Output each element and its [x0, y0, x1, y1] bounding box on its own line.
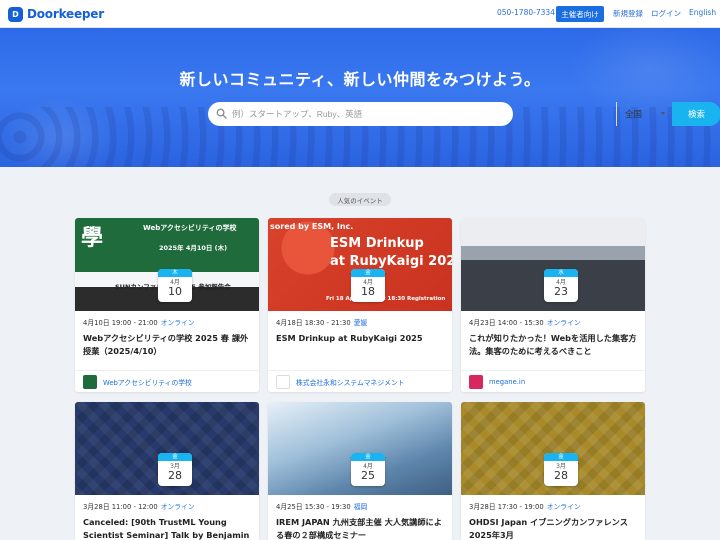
event-image-subtitle: at RubyKaigi 2025: [330, 254, 452, 269]
event-location: オンライン: [546, 319, 581, 327]
doorkeeper-logo-icon: D: [8, 6, 23, 22]
event-datetime: 3月28日 17:30 - 19:00 オンライン: [469, 501, 637, 511]
date-badge-day: 18: [361, 285, 375, 298]
group-logo-icon: [83, 374, 97, 389]
event-image: 金 4月 25: [268, 402, 452, 495]
event-card[interactable]: sored by ESM, Inc. ESM Drinkup at RubyKa…: [268, 218, 452, 392]
region-select[interactable]: 全国: [616, 102, 672, 126]
event-datetime: 4月25日 15:30 - 19:30 福岡: [276, 501, 444, 511]
event-title[interactable]: Canceled: [90th TrustML Young Scientist …: [83, 516, 251, 540]
event-datetime: 4月18日 18:30 - 21:30 愛媛: [276, 317, 444, 327]
group-logo-icon: [469, 374, 483, 389]
event-card[interactable]: 金 4月 25 4月25日 15:30 - 19:30 福岡 IREM JAPAN…: [268, 402, 452, 540]
event-time: 4月23日 14:00 - 15:30: [469, 319, 544, 327]
login-link[interactable]: ログイン: [651, 8, 681, 19]
event-image: 金 3月 28: [75, 402, 259, 495]
date-badge-day: 28: [554, 469, 568, 482]
event-group[interactable]: megane.in: [461, 370, 645, 392]
event-location: オンライン: [160, 319, 195, 327]
hero-banner: 新しいコミュニティ、新しい仲間をみつけよう。 全国 検索: [0, 28, 720, 167]
popular-events-heading: 人気のイベント: [329, 193, 391, 206]
event-title[interactable]: ESM Drinkup at RubyKaigi 2025: [276, 332, 444, 360]
date-badge-weekday: 金: [158, 453, 192, 461]
language-link[interactable]: English: [689, 8, 716, 17]
event-time: 4月18日 18:30 - 21:30: [276, 319, 351, 327]
event-time: 4月25日 15:30 - 19:30: [276, 503, 351, 511]
date-badge-day: 23: [554, 285, 568, 298]
group-logo-icon: [276, 374, 290, 389]
event-image: sored by ESM, Inc. ESM Drinkup at RubyKa…: [268, 218, 452, 311]
date-badge-weekday: 木: [158, 269, 192, 277]
search-icon: [216, 108, 227, 119]
event-title[interactable]: IREM JAPAN 九州支部主催 大人気講師による春の２部構成セミナー: [276, 516, 444, 540]
event-datetime: 3月28日 11:00 - 12:00 オンライン: [83, 501, 251, 511]
event-image-sponsor: sored by ESM, Inc.: [270, 222, 354, 231]
event-time: 3月28日 17:30 - 19:00: [469, 503, 544, 511]
signup-link[interactable]: 新規登録: [613, 8, 643, 19]
event-card[interactable]: 學 Webアクセシビリティの学校 2025年 4月10日 (木) SUNカンファ…: [75, 218, 259, 392]
event-title[interactable]: OHDSI Japan イブニングカンファレンス 2025年3月: [469, 516, 637, 540]
group-name: 株式会社永和システムマネジメント: [296, 378, 405, 387]
date-badge-weekday: 水: [544, 269, 578, 277]
event-card[interactable]: 金 3月 28 3月28日 11:00 - 12:00 オンライン Cancele…: [75, 402, 259, 540]
date-badge: 金 3月 28: [544, 453, 578, 486]
event-time: 3月28日 11:00 - 12:00: [83, 503, 158, 511]
event-location: オンライン: [160, 503, 195, 511]
event-time: 4月10日 19:00 - 21:00: [83, 319, 158, 327]
brand-logo[interactable]: D Doorkeeper: [8, 5, 104, 23]
search-input[interactable]: [232, 102, 412, 126]
event-image-date: Fri 18 April 2025 at 18:30 Registration: [326, 296, 446, 302]
organizer-button[interactable]: 主催者向け: [556, 6, 604, 22]
date-badge: 水 4月 23: [544, 269, 578, 302]
group-name: megane.in: [489, 377, 526, 386]
date-badge-weekday: 金: [351, 453, 385, 461]
event-location: オンライン: [546, 503, 581, 511]
event-datetime: 4月23日 14:00 - 15:30 オンライン: [469, 317, 637, 327]
search-button[interactable]: 検索: [672, 102, 720, 126]
event-image: 水 4月 23: [461, 218, 645, 311]
event-image-kanji: 學: [81, 226, 104, 251]
date-badge: 金 4月 25: [351, 453, 385, 486]
date-badge-weekday: 金: [544, 453, 578, 461]
event-group[interactable]: Webアクセシビリティの学校: [75, 370, 259, 392]
event-image-title: Webアクセシビリティの学校: [143, 224, 237, 232]
event-image-date: 2025年 4月10日 (木): [159, 244, 228, 252]
event-title[interactable]: これが知りたかった！Webを活用した集客方法。集客のために考えるべきこと: [469, 332, 637, 360]
date-badge-day: 25: [361, 469, 375, 482]
group-name: Webアクセシビリティの学校: [103, 378, 192, 387]
event-location: 愛媛: [353, 319, 368, 327]
region-select-value: 全国: [625, 110, 643, 120]
event-image: 金 3月 28: [461, 402, 645, 495]
date-badge-day: 10: [168, 285, 182, 298]
event-location: 福岡: [353, 503, 368, 511]
event-title[interactable]: Webアクセシビリティの学校 2025 春 課外授業（2025/4/10）: [83, 332, 251, 360]
date-badge: 金 4月 18: [351, 269, 385, 302]
hero-title: 新しいコミュニティ、新しい仲間をみつけよう。: [179, 70, 541, 89]
event-image: 學 Webアクセシビリティの学校 2025年 4月10日 (木) SUNカンファ…: [75, 218, 259, 311]
date-badge-day: 28: [168, 469, 182, 482]
date-badge-weekday: 金: [351, 269, 385, 277]
date-badge: 金 3月 28: [158, 453, 192, 486]
event-card[interactable]: 水 4月 23 4月23日 14:00 - 15:30 オンライン これが知りたか…: [461, 218, 645, 392]
event-datetime: 4月10日 19:00 - 21:00 オンライン: [83, 317, 251, 327]
chevron-down-icon: [661, 112, 665, 115]
brand-name: Doorkeeper: [27, 7, 104, 21]
event-card[interactable]: 金 3月 28 3月28日 17:30 - 19:00 オンライン OHDSI J…: [461, 402, 645, 540]
phone-link[interactable]: 050-1780-7334: [497, 8, 555, 17]
date-badge: 木 4月 10: [158, 269, 192, 302]
event-group[interactable]: 株式会社永和システムマネジメント: [268, 370, 452, 392]
search-bar: 全国 検索: [208, 102, 720, 126]
top-header: D Doorkeeper 050-1780-7334 主催者向け 新規登録 ログ…: [0, 0, 720, 28]
event-image-title: ESM Drinkup: [330, 236, 424, 251]
